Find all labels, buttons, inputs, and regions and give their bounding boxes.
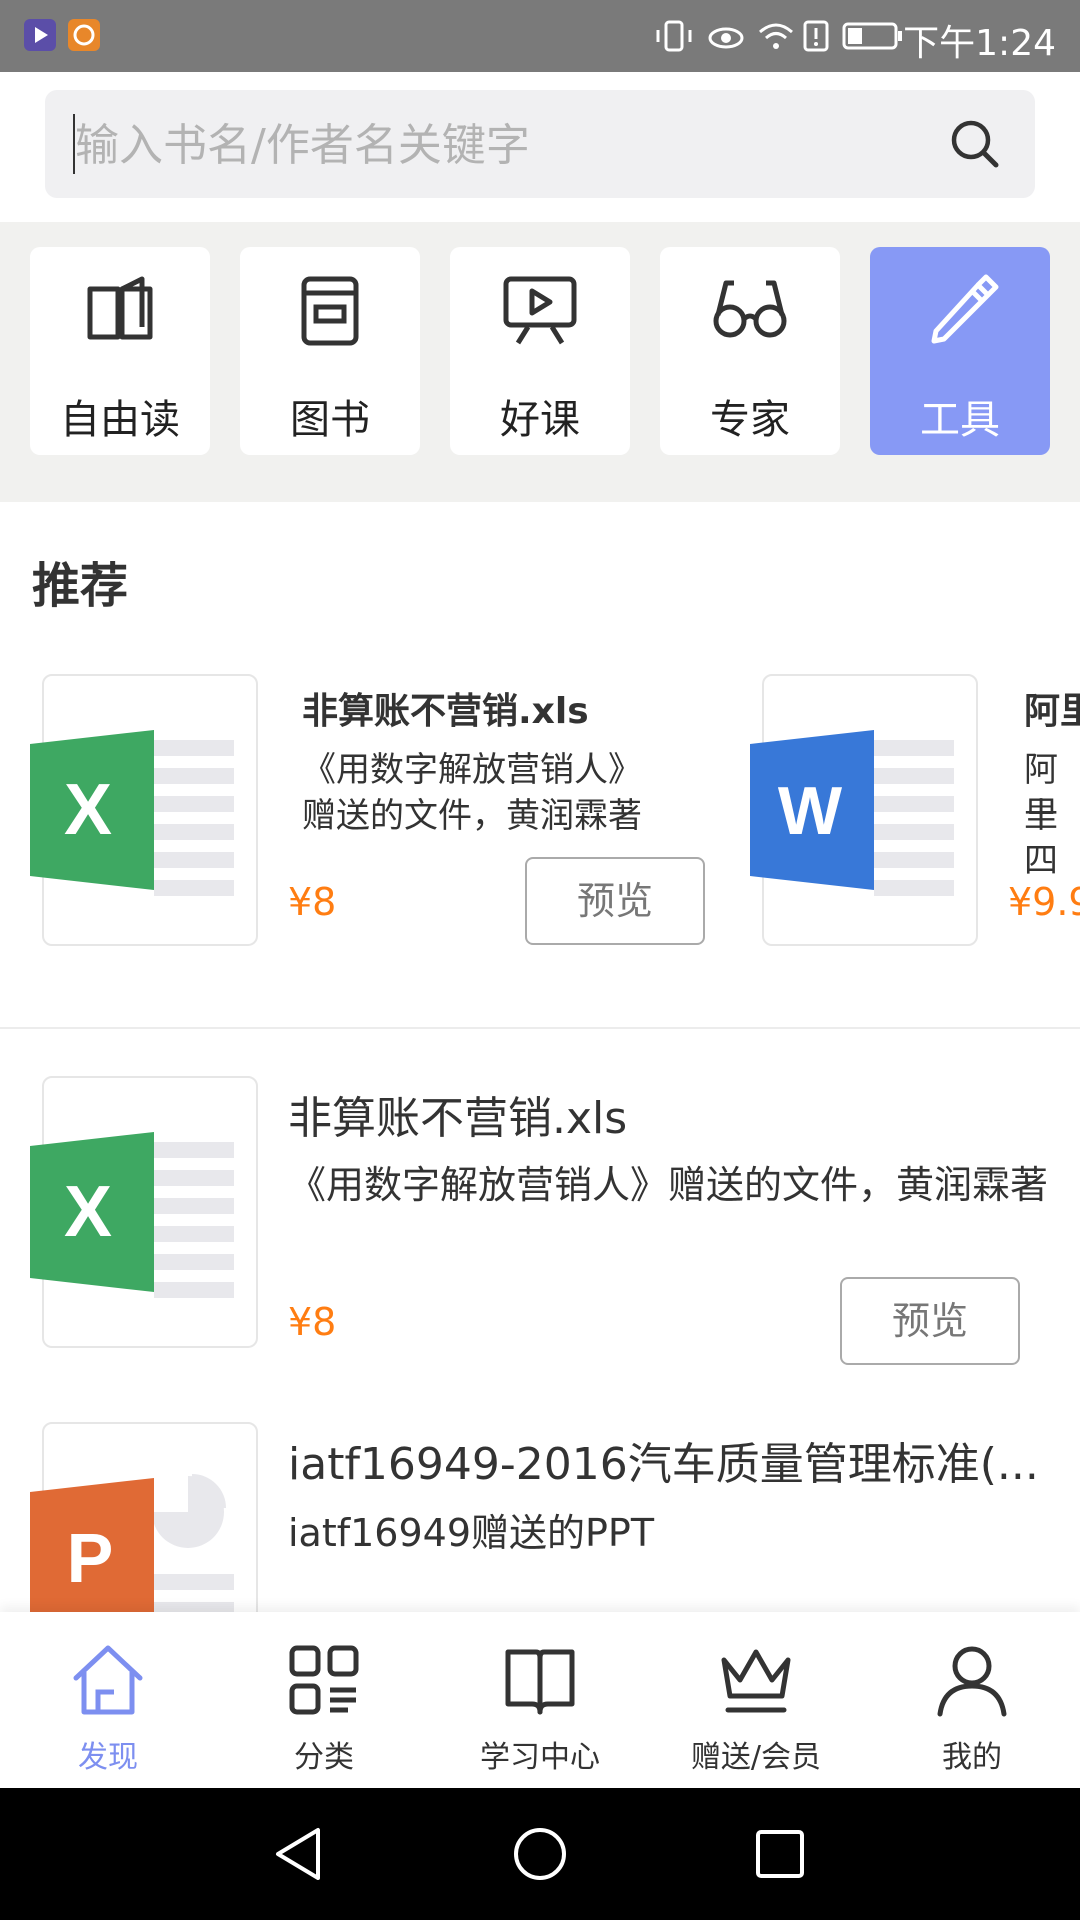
nav-gift-member[interactable]: 赠送/会员 [648, 1612, 864, 1788]
open-book-icon [87, 276, 153, 340]
app-notification-icon [68, 19, 100, 51]
excel-icon: X [30, 730, 154, 890]
category-label: 工具 [920, 397, 1000, 443]
category-label: 专家 [710, 397, 790, 443]
file-name: iatf16949-2016汽车质量管理标准(... [288, 1439, 1039, 1490]
svg-text:X: X [64, 1172, 112, 1252]
battery-icon [842, 22, 902, 50]
file-description: 十四 [1024, 796, 1058, 881]
word-icon: W [750, 730, 874, 890]
category-tools[interactable]: 工具 [870, 247, 1050, 455]
file-name: 非算账不营销.xls [288, 1093, 628, 1144]
category-label: 自由读 [60, 397, 180, 443]
pie-chart-graphic [152, 1474, 226, 1548]
file-name: 阿里 [1024, 691, 1080, 732]
status-bar: 下午1:24 [0, 0, 1080, 72]
nav-discover[interactable]: 发现 [0, 1612, 216, 1788]
pen-icon [931, 274, 999, 344]
excel-icon: X [30, 1132, 154, 1292]
file-thumbnail: X [30, 1076, 258, 1348]
category-courses[interactable]: 好课 [450, 247, 630, 455]
section-divider [0, 1027, 1080, 1029]
category-icon [289, 1645, 359, 1715]
file-thumbnail: X [30, 674, 258, 946]
preview-button[interactable]: 预览 [525, 857, 705, 945]
category-strip: 自由读 图书 好课 专家 工具 [0, 222, 1080, 502]
price: ¥9.9 [1008, 880, 1080, 924]
section-title: 推荐 [32, 558, 129, 614]
document-lines [154, 740, 234, 908]
nav-label: 分类 [294, 1740, 354, 1775]
system-navigation-bar [0, 1788, 1080, 1920]
study-book-icon [505, 1649, 575, 1715]
nav-study-center[interactable]: 学习中心 [432, 1612, 648, 1788]
clock: 下午1:24 [903, 23, 1056, 64]
home-circle-icon[interactable] [510, 1824, 570, 1884]
vibrate-icon [656, 20, 692, 52]
nav-label: 赠送/会员 [690, 1740, 822, 1775]
video-course-icon [503, 276, 577, 345]
document-lines [874, 740, 954, 908]
svg-text:X: X [64, 770, 112, 850]
file-description: 《用数字解放营销人》赠送的文件，黄润霖著 [288, 1163, 1049, 1207]
book-icon [301, 276, 359, 346]
nav-label: 我的 [942, 1740, 1002, 1775]
svg-text:W: W [778, 773, 843, 849]
recents-icon[interactable] [750, 1824, 810, 1884]
crown-icon [721, 1649, 791, 1713]
video-app-icon [24, 19, 56, 51]
category-experts[interactable]: 专家 [660, 247, 840, 455]
file-description: iatf16949赠送的PPT [288, 1511, 655, 1555]
eye-comfort-icon [708, 27, 744, 49]
nav-mine[interactable]: 我的 [864, 1612, 1080, 1788]
price: ¥8 [288, 1300, 337, 1344]
sim-alert-icon [803, 20, 829, 52]
preview-button[interactable]: 预览 [840, 1277, 1020, 1365]
category-books[interactable]: 图书 [240, 247, 420, 455]
search-icon[interactable] [949, 118, 1001, 170]
svg-text:P: P [67, 1519, 114, 1597]
file-description: 赠送的文件，黄润霖著 [302, 796, 642, 836]
nav-category[interactable]: 分类 [216, 1612, 432, 1788]
file-name: 非算账不营销.xls [302, 691, 589, 732]
search-input[interactable] [73, 110, 937, 180]
file-thumbnail: W [750, 674, 978, 946]
file-description: 《用数字解放营销人》 [302, 750, 642, 790]
search-bar[interactable] [45, 90, 1035, 198]
document-lines [154, 1142, 234, 1310]
bottom-navigation: 发现 分类 学习中心 赠送/会员 我的 [0, 1612, 1080, 1788]
category-label: 好课 [500, 397, 580, 443]
person-icon [937, 1646, 1007, 1717]
category-label: 图书 [290, 397, 370, 443]
price: ¥8 [288, 880, 337, 924]
nav-label: 学习中心 [480, 1740, 600, 1775]
nav-label: 发现 [78, 1740, 138, 1775]
category-free-read[interactable]: 自由读 [30, 247, 210, 455]
wifi-icon [759, 23, 793, 49]
glasses-icon [713, 280, 787, 338]
back-icon[interactable] [270, 1824, 330, 1884]
home-icon [73, 1645, 143, 1715]
